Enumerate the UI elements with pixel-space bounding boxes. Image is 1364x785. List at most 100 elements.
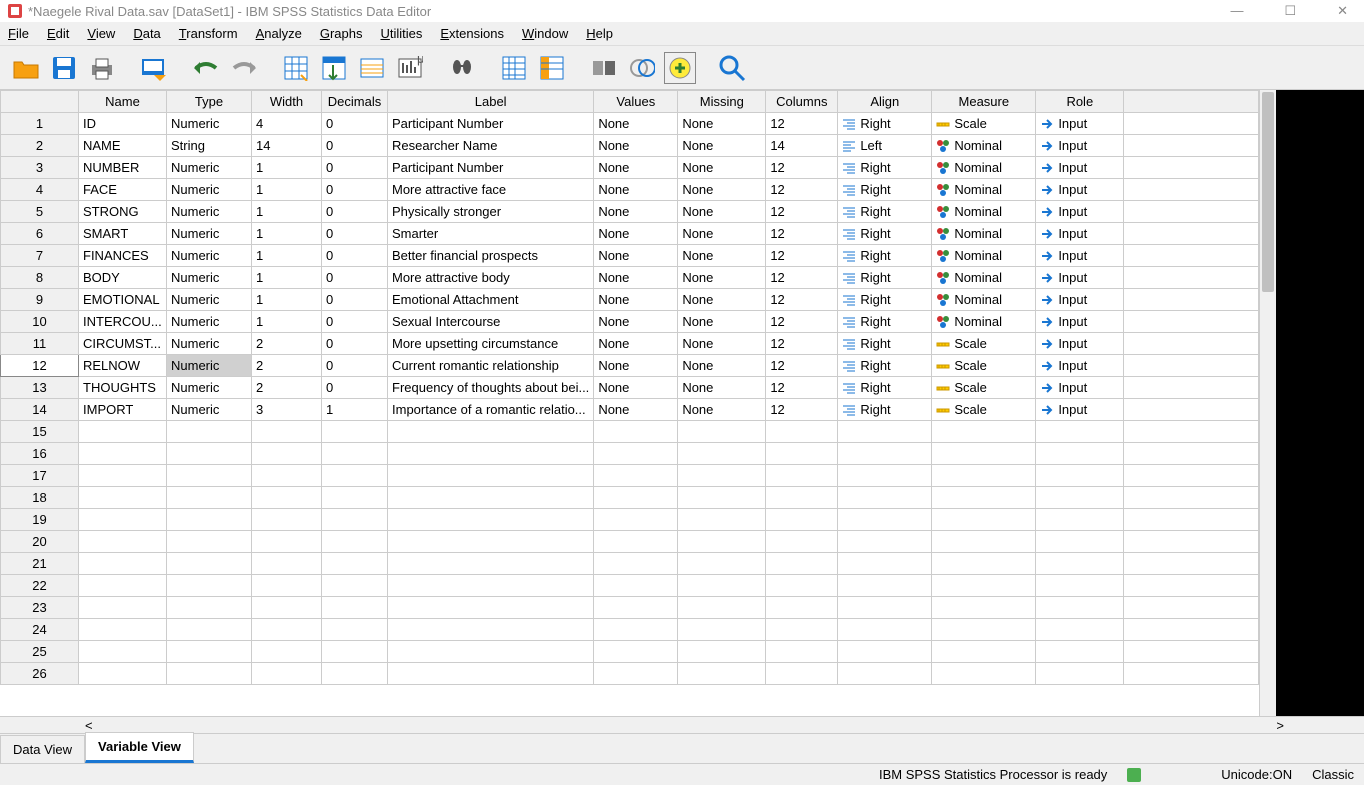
table-row[interactable]: 17 (1, 465, 1259, 487)
cell-columns[interactable]: 12 (766, 179, 838, 201)
cell-values[interactable]: None (594, 179, 678, 201)
cell-align[interactable]: Right (838, 399, 932, 421)
table-row[interactable]: 24 (1, 619, 1259, 641)
cell-columns[interactable]: 12 (766, 377, 838, 399)
cell-align[interactable] (838, 641, 932, 663)
insert-variable-button[interactable] (536, 52, 568, 84)
cell-measure[interactable] (932, 443, 1036, 465)
cell-role[interactable]: Input (1036, 333, 1124, 355)
print-button[interactable] (86, 52, 118, 84)
table-row[interactable]: 25 (1, 641, 1259, 663)
cell-columns[interactable] (766, 553, 838, 575)
col-header-values[interactable]: Values (594, 91, 678, 113)
cell-width[interactable] (252, 465, 322, 487)
goto-case-button[interactable] (280, 52, 312, 84)
variable-grid[interactable]: Name Type Width Decimals Label Values Mi… (0, 90, 1259, 716)
cell-values[interactable] (594, 575, 678, 597)
col-header-role[interactable]: Role (1036, 91, 1124, 113)
cell-role[interactable]: Input (1036, 113, 1124, 135)
cell-missing[interactable]: None (678, 157, 766, 179)
cell-type[interactable] (167, 663, 252, 685)
table-row[interactable]: 13THOUGHTSNumeric20Frequency of thoughts… (1, 377, 1259, 399)
cell-width[interactable] (252, 619, 322, 641)
cell-role[interactable]: Input (1036, 179, 1124, 201)
cell-label[interactable] (388, 531, 594, 553)
cell-label[interactable]: Physically stronger (388, 201, 594, 223)
cell-align[interactable]: Right (838, 223, 932, 245)
goto-variable-button[interactable] (318, 52, 350, 84)
weight-cases-button[interactable] (626, 52, 658, 84)
hscroll-left-arrow[interactable]: < (85, 718, 93, 733)
cell-name[interactable]: BODY (79, 267, 167, 289)
cell-decimals[interactable] (322, 531, 388, 553)
cell-type[interactable]: Numeric (167, 201, 252, 223)
col-header-type[interactable]: Type (167, 91, 252, 113)
cell-name[interactable] (79, 531, 167, 553)
cell-type[interactable]: Numeric (167, 289, 252, 311)
vertical-scrollbar[interactable] (1259, 90, 1276, 716)
cell-name[interactable]: FACE (79, 179, 167, 201)
cell-columns[interactable] (766, 531, 838, 553)
cell-measure[interactable]: Scale (932, 333, 1036, 355)
cell-decimals[interactable] (322, 619, 388, 641)
cell-measure[interactable]: Nominal (932, 157, 1036, 179)
tab-data-view[interactable]: Data View (0, 735, 85, 763)
cell-label[interactable]: Frequency of thoughts about bei... (388, 377, 594, 399)
maximize-button[interactable]: ☐ (1276, 3, 1304, 19)
cell-values[interactable]: None (594, 399, 678, 421)
table-row[interactable]: 22 (1, 575, 1259, 597)
cell-role[interactable]: Input (1036, 135, 1124, 157)
cell-missing[interactable]: None (678, 135, 766, 157)
row-header[interactable]: 18 (1, 487, 79, 509)
cell-role[interactable]: Input (1036, 245, 1124, 267)
cell-columns[interactable] (766, 663, 838, 685)
cell-width[interactable]: 3 (252, 399, 322, 421)
row-header[interactable]: 21 (1, 553, 79, 575)
cell-decimals[interactable]: 0 (322, 355, 388, 377)
table-row[interactable]: 7FINANCESNumeric10Better financial prosp… (1, 245, 1259, 267)
cell-decimals[interactable] (322, 597, 388, 619)
cell-label[interactable]: Better financial prospects (388, 245, 594, 267)
cell-measure[interactable]: Nominal (932, 201, 1036, 223)
cell-type[interactable]: Numeric (167, 377, 252, 399)
cell-missing[interactable]: None (678, 377, 766, 399)
cell-columns[interactable]: 12 (766, 267, 838, 289)
cell-type[interactable] (167, 421, 252, 443)
cell-values[interactable]: None (594, 267, 678, 289)
select-cases-button[interactable] (664, 52, 696, 84)
cell-role[interactable]: Input (1036, 157, 1124, 179)
cell-values[interactable] (594, 443, 678, 465)
cell-align[interactable] (838, 421, 932, 443)
cell-type[interactable]: Numeric (167, 245, 252, 267)
cell-measure[interactable] (932, 465, 1036, 487)
col-header-name[interactable]: Name (79, 91, 167, 113)
row-header[interactable]: 3 (1, 157, 79, 179)
table-row[interactable]: 5STRONGNumeric10Physically strongerNoneN… (1, 201, 1259, 223)
table-row[interactable]: 19 (1, 509, 1259, 531)
recall-dialog-button[interactable] (138, 52, 170, 84)
cell-columns[interactable]: 12 (766, 245, 838, 267)
cell-width[interactable] (252, 553, 322, 575)
row-header[interactable]: 12 (1, 355, 79, 377)
cell-measure[interactable]: Nominal (932, 179, 1036, 201)
cell-name[interactable]: NUMBER (79, 157, 167, 179)
cell-columns[interactable]: 12 (766, 311, 838, 333)
cell-label[interactable] (388, 421, 594, 443)
row-header[interactable]: 13 (1, 377, 79, 399)
cell-values[interactable]: None (594, 333, 678, 355)
cell-align[interactable]: Right (838, 179, 932, 201)
cell-width[interactable] (252, 641, 322, 663)
cell-values[interactable]: None (594, 355, 678, 377)
cell-columns[interactable]: 12 (766, 157, 838, 179)
cell-label[interactable]: Researcher Name (388, 135, 594, 157)
cell-missing[interactable]: None (678, 311, 766, 333)
cell-name[interactable] (79, 575, 167, 597)
cell-missing[interactable]: None (678, 333, 766, 355)
cell-missing[interactable] (678, 597, 766, 619)
cell-columns[interactable] (766, 443, 838, 465)
cell-columns[interactable] (766, 597, 838, 619)
cell-type[interactable]: Numeric (167, 157, 252, 179)
cell-align[interactable] (838, 619, 932, 641)
cell-width[interactable] (252, 663, 322, 685)
cell-missing[interactable]: None (678, 267, 766, 289)
